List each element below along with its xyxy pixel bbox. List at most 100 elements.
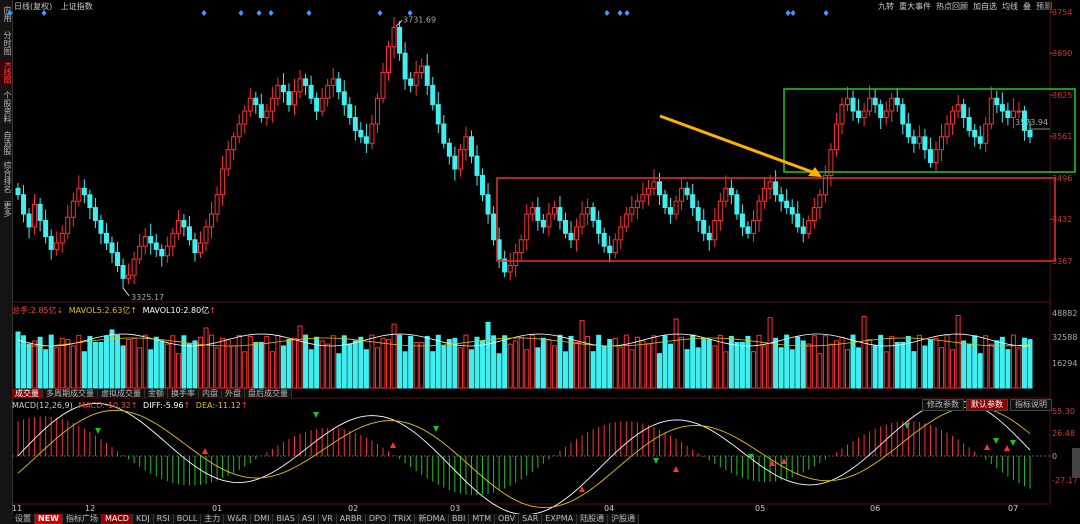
candle-body bbox=[950, 110, 956, 125]
indicator-tab-2[interactable]: 指标广场 bbox=[63, 514, 102, 524]
macd-dead-cross-marker bbox=[313, 412, 319, 418]
candle-body bbox=[811, 207, 817, 221]
candle-body bbox=[640, 194, 646, 202]
volume-tab-1[interactable]: 多周期成交量 bbox=[43, 389, 98, 398]
price-axis-label: 3561 bbox=[1052, 132, 1072, 141]
candle-body bbox=[98, 219, 104, 234]
indicator-tab-4[interactable]: KDJ bbox=[133, 514, 154, 524]
candle-body bbox=[292, 91, 298, 106]
candle-body bbox=[126, 274, 132, 279]
candle-body bbox=[673, 200, 679, 215]
candle-body bbox=[170, 232, 176, 247]
volume-tabs: 成交量 多周期成交量 虚拟成交量 金额 换手率 内盘 外盘 盘后成交量 bbox=[12, 389, 292, 398]
indicator-tab-21[interactable]: EXPMA bbox=[542, 514, 578, 524]
candle-body bbox=[574, 226, 580, 241]
candle-body bbox=[955, 104, 961, 112]
indicator-tab-6[interactable]: BOLL bbox=[174, 514, 202, 524]
volume-tab-3[interactable]: 金额 bbox=[145, 389, 168, 398]
candle-body bbox=[839, 104, 845, 125]
candle-body bbox=[712, 219, 718, 241]
volume-tab-7[interactable]: 盘后成交量 bbox=[245, 389, 292, 398]
indicator-tab-7[interactable]: 主力 bbox=[201, 514, 225, 524]
volume-bar bbox=[618, 347, 624, 389]
indicator-tab-12[interactable]: VR bbox=[319, 514, 337, 524]
candle-body bbox=[944, 123, 950, 138]
macd-golden-cross-marker bbox=[673, 466, 679, 472]
volume-bar bbox=[994, 340, 1000, 389]
candle-body bbox=[618, 226, 624, 241]
volume-bar bbox=[98, 341, 104, 389]
volume-bar bbox=[828, 343, 834, 389]
candle-body bbox=[457, 149, 463, 170]
macd-button-0[interactable]: 修改参数 bbox=[922, 399, 964, 411]
indicator-tab-17[interactable]: BBI bbox=[449, 514, 470, 524]
candle-body bbox=[109, 242, 115, 254]
chart-canvas[interactable]: 37543690362535613496343233673731.693325.… bbox=[0, 0, 1080, 524]
candle-body bbox=[994, 97, 1000, 106]
volume-bar bbox=[402, 351, 408, 389]
volume-bar bbox=[745, 335, 751, 389]
candle-body bbox=[463, 136, 469, 151]
indicator-tab-13[interactable]: ARBR bbox=[337, 514, 366, 524]
volume-bar bbox=[70, 345, 76, 389]
candle-body bbox=[363, 136, 369, 144]
volume-bar bbox=[153, 336, 159, 389]
volume-bar bbox=[142, 334, 148, 389]
indicator-tab-0[interactable]: 设置 bbox=[12, 514, 35, 524]
indicator-tab-5[interactable]: RSI bbox=[154, 514, 174, 524]
scrollbar[interactable] bbox=[1072, 448, 1080, 478]
indicator-tab-18[interactable]: MTM bbox=[469, 514, 496, 524]
volume-bar bbox=[247, 335, 253, 389]
volume-bar bbox=[430, 351, 436, 389]
indicator-tab-15[interactable]: TRIX bbox=[390, 514, 416, 524]
macd-axis-label: 55.30 bbox=[1052, 407, 1075, 416]
indicator-tab-3[interactable]: MACD bbox=[101, 514, 133, 524]
candle-body bbox=[856, 110, 862, 119]
candle-body bbox=[778, 194, 784, 202]
macd-button-2[interactable]: 指标说明 bbox=[1010, 399, 1052, 411]
volume-bar bbox=[236, 334, 242, 389]
volume-tab-6[interactable]: 外盘 bbox=[222, 389, 245, 398]
candle-body bbox=[92, 207, 98, 221]
macd-button-1[interactable]: 默认参数 bbox=[966, 399, 1008, 411]
indicator-tab-11[interactable]: ASI bbox=[299, 514, 319, 524]
volume-tab-4[interactable]: 换手率 bbox=[168, 389, 199, 398]
volume-bar bbox=[535, 347, 541, 389]
candle-body bbox=[115, 252, 121, 267]
high-marker bbox=[395, 20, 403, 27]
indicator-tab-19[interactable]: OBV bbox=[495, 514, 520, 524]
candle-body bbox=[878, 104, 884, 119]
candle-body bbox=[939, 136, 945, 151]
volume-tab-2[interactable]: 虚拟成交量 bbox=[98, 389, 145, 398]
volume-bar bbox=[850, 334, 856, 389]
indicator-tab-22[interactable]: 陆股通 bbox=[577, 514, 609, 524]
candle-body bbox=[900, 104, 906, 125]
indicator-tab-20[interactable]: SAR bbox=[519, 514, 543, 524]
candle-body bbox=[131, 258, 137, 276]
candle-body bbox=[767, 181, 773, 189]
indicator-tab-1[interactable]: NEW bbox=[35, 514, 63, 524]
volume-bar bbox=[336, 353, 342, 389]
candle-body bbox=[966, 117, 972, 131]
macd-dead-cross-marker bbox=[993, 438, 999, 444]
volume-bar bbox=[817, 353, 823, 389]
volume-bar bbox=[540, 337, 546, 389]
indicator-tab-14[interactable]: DPO bbox=[366, 514, 391, 524]
volume-bar bbox=[784, 334, 790, 389]
volume-tab-0[interactable]: 成交量 bbox=[12, 389, 43, 398]
volume-bar bbox=[679, 336, 685, 389]
candle-body bbox=[507, 265, 513, 273]
indicator-tab-10[interactable]: BIAS bbox=[273, 514, 299, 524]
candle-body bbox=[773, 181, 779, 196]
indicator-tab-16[interactable]: 新DMA bbox=[415, 514, 449, 524]
indicator-tab-9[interactable]: DMI bbox=[251, 514, 274, 524]
indicator-tab-23[interactable]: 沪股通 bbox=[608, 514, 640, 524]
volume-tab-5[interactable]: 内盘 bbox=[199, 389, 222, 398]
volume-bar bbox=[695, 347, 701, 389]
indicator-tab-8[interactable]: W&R bbox=[224, 514, 252, 524]
price-axis-label: 3625 bbox=[1052, 91, 1072, 100]
volume-bar bbox=[944, 334, 950, 389]
candle-body bbox=[762, 187, 768, 202]
low-price-label: 3325.17 bbox=[131, 293, 164, 302]
volume-bar bbox=[391, 323, 397, 389]
